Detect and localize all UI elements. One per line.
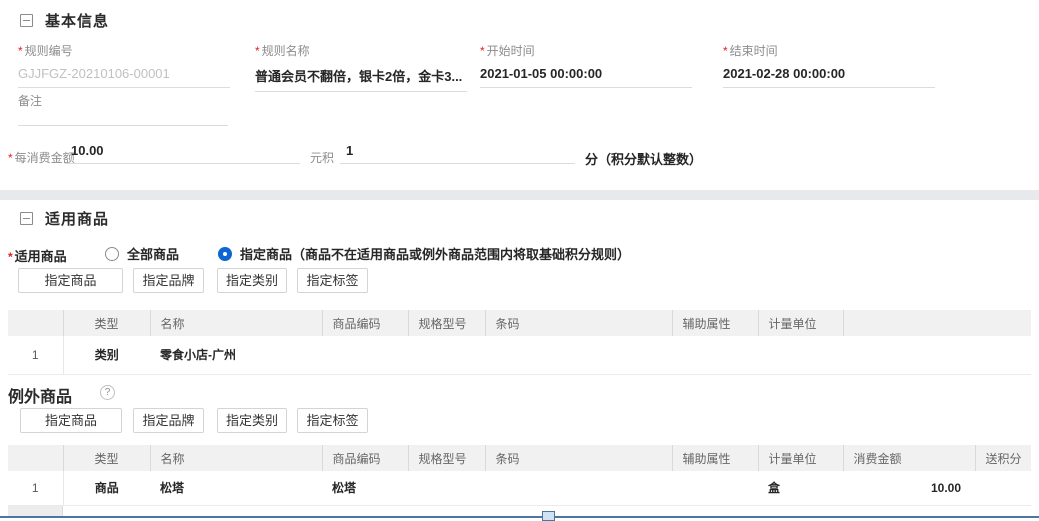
column-header: 计量单位 — [758, 445, 843, 471]
table-cell — [672, 471, 758, 505]
table-cell: 商品 — [63, 471, 150, 505]
radio-label: 全部商品 — [127, 244, 179, 263]
points-suffix-text: 分（积分默认整数） — [585, 149, 702, 168]
specify-tag-button[interactable]: 指定标签 — [297, 408, 368, 433]
section-title: 基本信息 — [45, 10, 109, 31]
table-cell — [975, 471, 1031, 505]
table-cell — [322, 336, 408, 374]
table-cell: 松塔 — [150, 471, 322, 505]
remark-input[interactable] — [18, 110, 228, 126]
yuan-points-label: 元积 — [310, 149, 334, 166]
table-cell: 盒 — [758, 471, 843, 505]
column-header: 条码 — [485, 310, 672, 336]
resize-handle[interactable] — [542, 511, 555, 521]
table-cell — [408, 336, 485, 374]
table-cell — [408, 471, 485, 505]
collapse-icon[interactable] — [20, 212, 33, 225]
table-cell: 1 — [8, 336, 63, 374]
end-time-input[interactable]: 2021-02-28 00:00:00 — [723, 66, 935, 88]
table-cell — [672, 336, 758, 374]
table-row[interactable]: 1类别零食小店-广州 — [8, 336, 1031, 374]
column-header: 商品编码 — [322, 445, 408, 471]
rule-number-value: GJJFGZ-20210106-00001 — [18, 66, 230, 88]
column-header — [843, 310, 1031, 336]
radio-label: 指定商品（商品不在适用商品或例外商品范围内将取基础积分规则） — [240, 244, 630, 263]
rule-name-field: 规则名称 普通会员不翻倍，银卡2倍，金卡3... — [255, 42, 467, 92]
column-header: 辅助属性 — [672, 445, 758, 471]
applicable-goods-radio-label: 适用商品 — [8, 246, 67, 265]
specify-goods-button[interactable]: 指定商品 — [20, 408, 122, 433]
column-header: 类型 — [63, 310, 150, 336]
column-header — [8, 310, 63, 336]
column-header: 名称 — [150, 445, 322, 471]
radio-unchecked-icon[interactable] — [105, 247, 119, 261]
table-cell: 零食小店-广州 — [150, 336, 322, 374]
column-header: 名称 — [150, 310, 322, 336]
table-cell: 类别 — [63, 336, 150, 374]
rule-name-input[interactable]: 普通会员不翻倍，银卡2倍，金卡3... — [255, 66, 467, 92]
specify-category-button[interactable]: 指定类别 — [217, 408, 287, 433]
specify-brand-button[interactable]: 指定品牌 — [133, 268, 204, 293]
column-header: 条码 — [485, 445, 672, 471]
table-cell: 松塔 — [322, 471, 408, 505]
radio-specified-goods[interactable]: 指定商品（商品不在适用商品或例外商品范围内将取基础积分规则） — [218, 244, 630, 263]
specify-goods-button[interactable]: 指定商品 — [18, 268, 123, 293]
table-cell: 1 — [8, 471, 63, 505]
rule-number-label: 规则编号 — [18, 42, 230, 59]
column-header — [8, 445, 63, 471]
help-icon[interactable] — [100, 385, 115, 400]
basic-info-section-header: 基本信息 — [20, 10, 109, 31]
specify-category-button[interactable]: 指定类别 — [217, 268, 287, 293]
rule-name-label: 规则名称 — [255, 42, 467, 59]
column-header: 消费金额 — [843, 445, 975, 471]
table-cell — [758, 336, 843, 374]
points-rule-form: 基本信息 规则编号 GJJFGZ-20210106-00001 规则名称 普通会… — [0, 0, 1039, 521]
column-header: 计量单位 — [758, 310, 843, 336]
column-header: 规格型号 — [408, 310, 485, 336]
points-input[interactable]: 1 — [340, 143, 575, 164]
end-time-field: 结束时间 2021-02-28 00:00:00 — [723, 42, 935, 88]
table-cell — [485, 471, 672, 505]
radio-checked-icon[interactable] — [218, 247, 232, 261]
applicable-goods-section-header: 适用商品 — [20, 208, 109, 229]
start-time-field: 开始时间 2021-01-05 00:00:00 — [480, 42, 692, 88]
column-header: 送积分 — [975, 445, 1031, 471]
radio-all-goods[interactable]: 全部商品 — [105, 244, 179, 263]
end-time-label: 结束时间 — [723, 42, 935, 59]
rule-number-field: 规则编号 GJJFGZ-20210106-00001 — [18, 42, 230, 88]
column-header: 商品编码 — [322, 310, 408, 336]
bottom-selection-line — [0, 516, 1039, 518]
remark-label: 备注 — [18, 92, 42, 109]
column-header: 规格型号 — [408, 445, 485, 471]
specify-brand-button[interactable]: 指定品牌 — [133, 408, 204, 433]
column-header: 类型 — [63, 445, 150, 471]
section-divider — [0, 190, 1039, 200]
collapse-icon[interactable] — [20, 14, 33, 27]
start-time-input[interactable]: 2021-01-05 00:00:00 — [480, 66, 692, 88]
start-time-label: 开始时间 — [480, 42, 692, 59]
table-row[interactable]: 1商品松塔松塔盒10.00 — [8, 471, 1031, 505]
table-cell — [843, 336, 1031, 374]
section-title: 适用商品 — [45, 208, 109, 229]
per-amount-input[interactable]: 10.00 — [65, 143, 300, 164]
specify-tag-button[interactable]: 指定标签 — [297, 268, 368, 293]
applicable-goods-table: 类型名称商品编码规格型号条码辅助属性计量单位1类别零食小店-广州 — [8, 310, 1031, 375]
exception-goods-title: 例外商品 — [8, 383, 72, 407]
table-cell: 10.00 — [843, 471, 975, 505]
column-header: 辅助属性 — [672, 310, 758, 336]
table-cell — [485, 336, 672, 374]
exception-goods-table: 类型名称商品编码规格型号条码辅助属性计量单位消费金额送积分1商品松塔松塔盒10.… — [8, 445, 1031, 506]
